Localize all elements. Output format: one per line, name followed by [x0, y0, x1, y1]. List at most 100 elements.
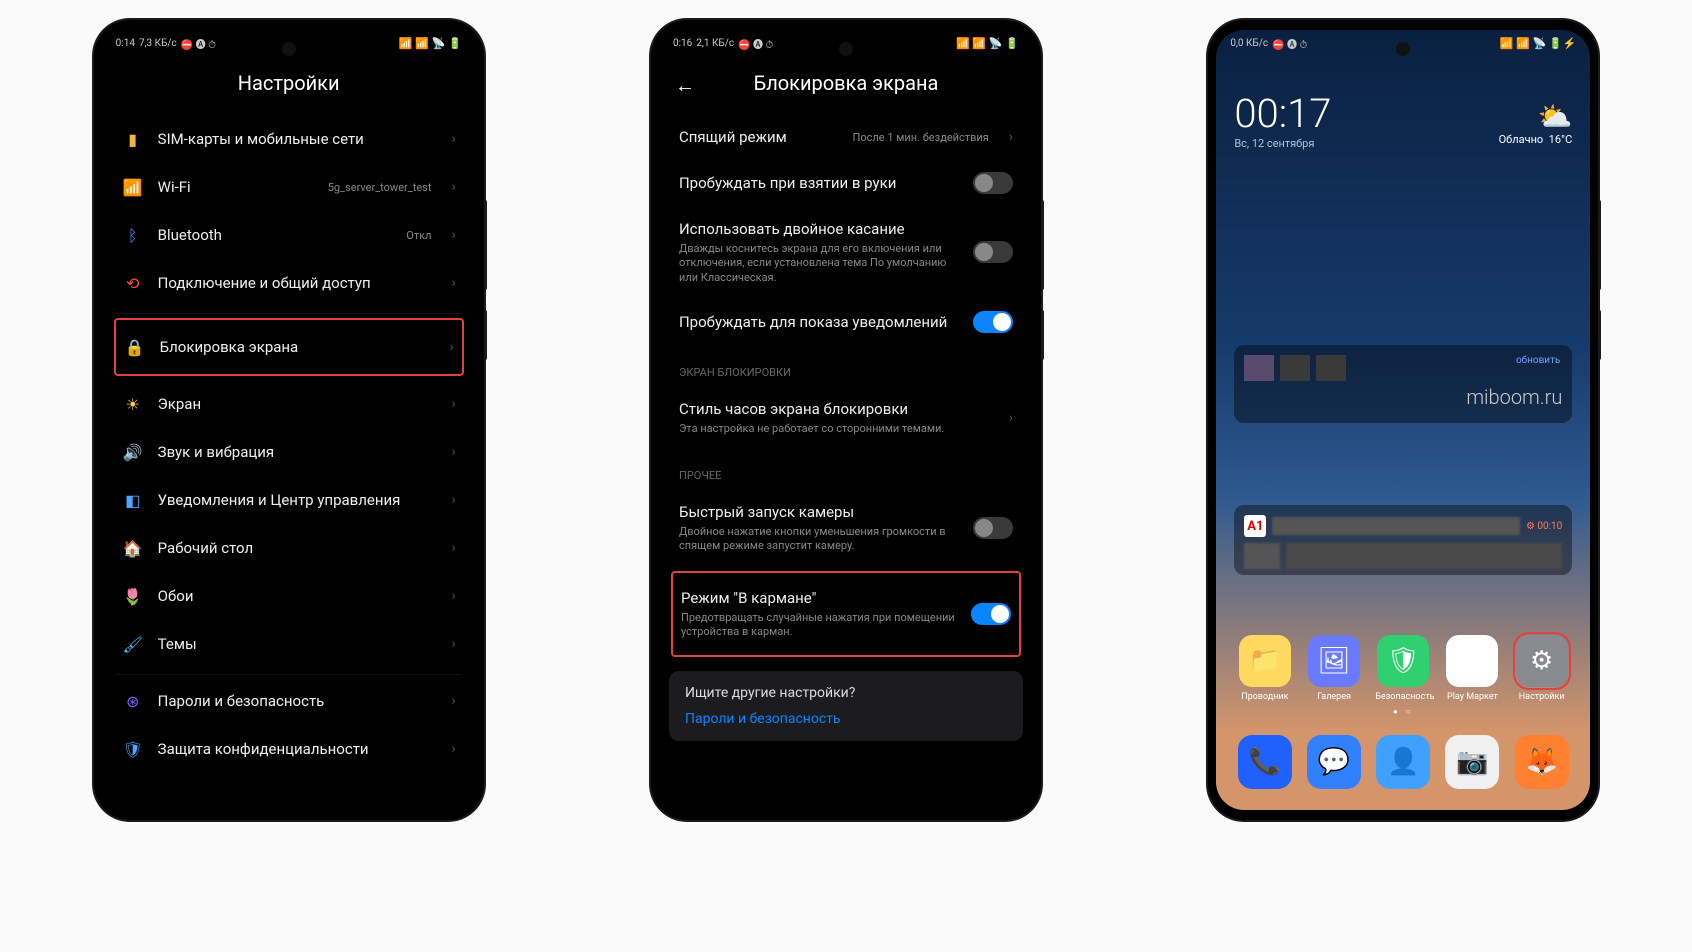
lockscreen-row[interactable]: Пробуждать для показа уведомлений	[673, 298, 1019, 346]
lockscreen-row[interactable]: Пробуждать при взятии в руки	[673, 159, 1019, 207]
section-header: ПРОЧЕЕ	[673, 449, 1019, 490]
settings-row-wifi[interactable]: 📶 Wi-Fi 5g_server_tower_test ›	[116, 163, 462, 211]
media-settings-icon[interactable]: ⚙ 00:10	[1526, 521, 1562, 532]
app-label: Проводник	[1237, 692, 1293, 702]
media-widget[interactable]: A1 ⚙ 00:10	[1234, 505, 1572, 575]
toggle-switch[interactable]	[973, 517, 1013, 539]
dock-app[interactable]: 📷	[1445, 735, 1499, 794]
settings-row-priv[interactable]: 🛡 Защита конфиденциальности ›	[116, 725, 462, 773]
clock-date: Вс, 12 сентября	[1234, 137, 1331, 150]
toggle-switch[interactable]	[973, 311, 1013, 333]
widget-update-link[interactable]: обновить	[1516, 355, 1560, 366]
phone-settings: 0:14 7,3 КБ/с ⛔ 🅐 ⏱ 📶 📶 📡 🔋 Настройки ▮ …	[94, 20, 484, 820]
widget-source: miboom.ru	[1244, 385, 1562, 409]
app-icon: 📞	[1238, 735, 1292, 789]
app-label: Безопасность	[1375, 692, 1431, 702]
app-row: 📁 Проводник 🖼Галерея 🛡 Безопасность ▶Play Мар…	[1216, 635, 1590, 702]
dock-app[interactable]: 👤	[1376, 735, 1430, 794]
settings-row-notif[interactable]: ◧ Уведомления и Центр управления ›	[116, 476, 462, 524]
row-label: Пробуждать при взятии в руки	[679, 174, 959, 192]
lockscreen-row[interactable]: Спящий режимПосле 1 мин. бездействия›	[673, 115, 1019, 159]
toggle-switch[interactable]	[973, 172, 1013, 194]
dock-app[interactable]: 📞	[1238, 735, 1292, 794]
other-settings-hint[interactable]: Ищите другие настройки? Пароли и безопас…	[669, 671, 1023, 741]
hint-link[interactable]: Пароли и безопасность	[685, 711, 1007, 727]
settings-row-wall[interactable]: 🌷 Обои ›	[116, 572, 462, 620]
app-Безопасность[interactable]: 🛡 Безопасность	[1375, 635, 1431, 702]
chevron-icon: ›	[451, 588, 455, 604]
settings-row-sim[interactable]: ▮ SIM-карты и мобильные сети ›	[116, 115, 462, 163]
app-icon: ⚙	[1516, 635, 1568, 687]
back-arrow-icon[interactable]: ←	[675, 73, 695, 98]
weather-widget[interactable]: ⛅ Облачно 16°C	[1499, 100, 1573, 146]
row-label: Стиль часов экрана блокировки	[679, 400, 995, 418]
status-time: 0:14	[116, 38, 135, 49]
settings-row-home[interactable]: 🏠 Рабочий стол ›	[116, 524, 462, 572]
media-app-icon: A1	[1244, 515, 1266, 537]
signal-icons: 📶 📶 📡 🔋	[956, 37, 1019, 50]
row-value: После 1 мин. бездействия	[853, 131, 989, 144]
app-Проводник[interactable]: 📁 Проводник	[1237, 635, 1293, 702]
app-Галерея[interactable]: 🖼Галерея	[1306, 635, 1362, 702]
settings-row-bt[interactable]: ᛒ Bluetooth Откл ›	[116, 211, 462, 259]
status-icons: ⛔ 🅐 ⏱	[1272, 36, 1307, 51]
section-header: ЭКРАН БЛОКИРОВКИ	[673, 346, 1019, 387]
row-label: Использовать двойное касание	[679, 220, 959, 238]
row-label: Пробуждать для показа уведомлений	[679, 313, 959, 331]
volume-rocker[interactable]	[1598, 200, 1601, 290]
chevron-icon: ›	[451, 492, 455, 508]
status-icons: ⛔ 🅐 ⏱	[181, 36, 216, 51]
app-Play Маркет[interactable]: ▶Play Маркет	[1444, 635, 1500, 702]
power-button[interactable]	[1598, 310, 1601, 360]
volume-rocker[interactable]	[484, 200, 487, 290]
toggle-switch[interactable]	[971, 603, 1011, 625]
app-icon: 🛡	[1377, 635, 1429, 687]
settings-row-pass[interactable]: ⊛ Пароли и безопасность ›	[116, 677, 462, 725]
sound-icon: 🔊	[122, 441, 144, 463]
chevron-icon: ›	[451, 693, 455, 709]
app-Настройки[interactable]: ⚙Настройки	[1514, 635, 1570, 702]
power-button[interactable]	[484, 310, 487, 360]
page-title: Блокировка экрана	[754, 71, 939, 95]
volume-rocker[interactable]	[1041, 200, 1044, 290]
lockscreen-row[interactable]: Быстрый запуск камерыДвойное нажатие кно…	[673, 490, 1019, 567]
sim-icon: ▮	[122, 128, 144, 150]
chevron-icon: ›	[451, 396, 455, 412]
chevron-icon: ›	[451, 636, 455, 652]
settings-row-theme[interactable]: 🖌 Темы ›	[116, 620, 462, 668]
power-button[interactable]	[1041, 310, 1044, 360]
row-label: Блокировка экрана	[160, 338, 436, 356]
signal-icons: 📶 📶 📡 🔋⚡	[1500, 37, 1577, 50]
row-label: Экран	[158, 395, 438, 413]
dock-app[interactable]: 🦊	[1515, 735, 1569, 794]
blurred-content	[1272, 517, 1520, 535]
blurred-content	[1244, 543, 1280, 569]
sun-icon: ☀	[122, 393, 144, 415]
lockscreen-row[interactable]: Режим "В кармане"Предотвращать случайные…	[671, 571, 1021, 658]
lockscreen-row[interactable]: Стиль часов экрана блокировкиЭта настрой…	[673, 387, 1019, 449]
theme-icon: 🖌	[122, 633, 144, 655]
row-label: Темы	[158, 635, 438, 653]
app-icon: 📁	[1239, 635, 1291, 687]
row-value: 5g_server_tower_test	[328, 181, 432, 194]
row-label: Защита конфиденциальности	[158, 740, 438, 758]
lockscreen-row[interactable]: Использовать двойное касаниеДважды косни…	[673, 207, 1019, 298]
app-icon: 🦊	[1515, 735, 1569, 789]
toggle-switch[interactable]	[973, 241, 1013, 263]
settings-row-lock[interactable]: 🔒 Блокировка экрана ›	[114, 318, 464, 376]
news-widget[interactable]: обновить miboom.ru	[1234, 345, 1572, 423]
row-label: Подключение и общий доступ	[158, 274, 438, 292]
row-label: Звук и вибрация	[158, 443, 438, 461]
clock-widget[interactable]: 00:17 Вс, 12 сентября	[1234, 90, 1331, 150]
chevron-icon: ›	[451, 444, 455, 460]
settings-row-sun[interactable]: ☀ Экран ›	[116, 380, 462, 428]
dock-app[interactable]: 💬	[1307, 735, 1361, 794]
settings-row-sound[interactable]: 🔊 Звук и вибрация ›	[116, 428, 462, 476]
app-icon: 💬	[1307, 735, 1361, 789]
settings-row-share[interactable]: ⟲ Подключение и общий доступ ›	[116, 259, 462, 307]
wifi-icon: 📶	[122, 176, 144, 198]
weather-text: Облачно	[1499, 133, 1544, 146]
bt-icon: ᛒ	[122, 224, 144, 246]
chevron-icon: ›	[451, 227, 455, 243]
app-label: Play Маркет	[1444, 692, 1500, 702]
